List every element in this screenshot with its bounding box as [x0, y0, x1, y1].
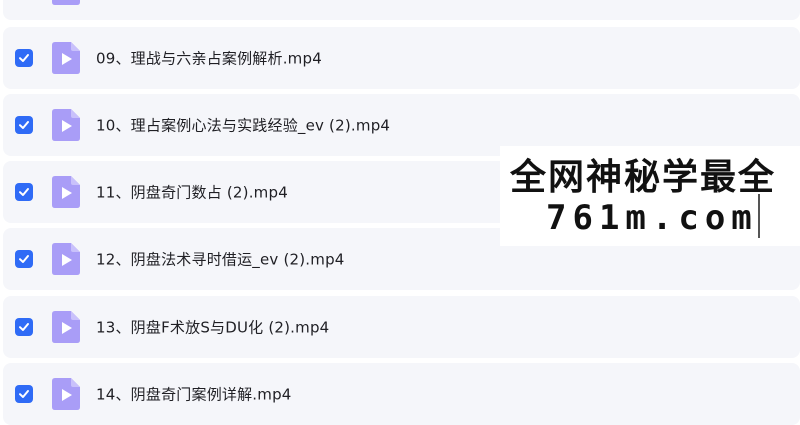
file-row[interactable]	[3, 0, 800, 20]
checkbox[interactable]	[15, 49, 33, 67]
watermark-title: 全网神秘学最全	[510, 157, 777, 198]
checkbox[interactable]	[15, 183, 33, 201]
file-name[interactable]: 12、阴盘法术寻时借运_ev (2).mp4	[96, 249, 345, 270]
file-name[interactable]: 09、理战与六亲占案例解析.mp4	[96, 48, 322, 69]
checkmark-icon	[19, 188, 29, 196]
file-row[interactable]: 14、阴盘奇门案例详解.mp4	[3, 363, 800, 425]
checkbox[interactable]	[15, 385, 33, 403]
file-name[interactable]: 11、阴盘奇门数占 (2).mp4	[96, 182, 288, 203]
checkbox[interactable]	[15, 250, 33, 268]
checkmark-icon	[19, 121, 29, 129]
video-file-icon	[52, 378, 80, 410]
video-file-icon	[52, 42, 80, 74]
watermark-url: 761m.com	[546, 198, 758, 238]
checkmark-icon	[19, 323, 29, 331]
checkmark-icon	[19, 390, 29, 398]
watermark-overlay: 全网神秘学最全 761m.com	[500, 146, 800, 246]
file-name[interactable]: 14、阴盘奇门案例详解.mp4	[96, 384, 292, 405]
checkbox[interactable]	[15, 318, 33, 336]
video-file-icon	[52, 0, 80, 5]
file-row[interactable]: 13、阴盘F术放S与DU化 (2).mp4	[3, 296, 800, 358]
video-file-icon	[52, 243, 80, 275]
checkmark-icon	[19, 255, 29, 263]
text-cursor	[758, 194, 760, 238]
checkmark-icon	[19, 54, 29, 62]
video-file-icon	[52, 176, 80, 208]
video-file-icon	[52, 109, 80, 141]
checkbox[interactable]	[15, 116, 33, 134]
video-file-icon	[52, 311, 80, 343]
file-name[interactable]: 10、理占案例心法与实践经验_ev (2).mp4	[96, 115, 390, 136]
file-row[interactable]: 09、理战与六亲占案例解析.mp4	[3, 27, 800, 89]
file-name[interactable]: 13、阴盘F术放S与DU化 (2).mp4	[96, 317, 329, 338]
